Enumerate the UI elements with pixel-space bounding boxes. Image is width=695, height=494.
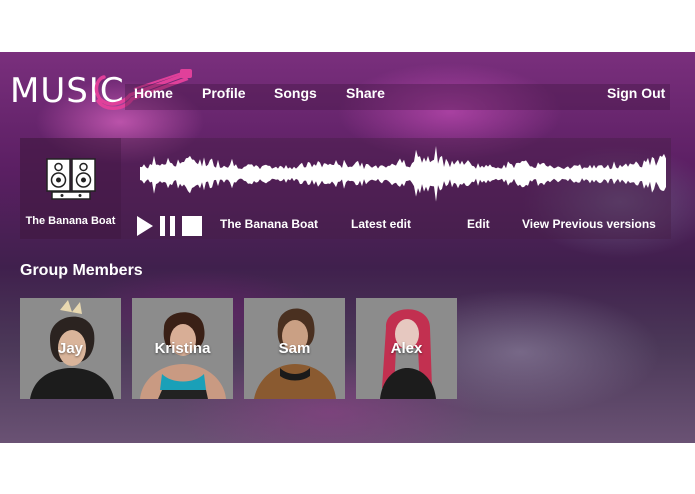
nav-songs[interactable]: Songs (274, 85, 317, 101)
member-card-kristina[interactable]: Kristina (132, 298, 233, 399)
stop-icon[interactable] (182, 216, 202, 236)
member-card-sam[interactable]: Sam (244, 298, 345, 399)
nav-share[interactable]: Share (346, 85, 385, 101)
waveform-shape (140, 146, 666, 202)
view-previous-versions-link[interactable]: View Previous versions (522, 217, 656, 231)
group-members-title: Group Members (20, 262, 143, 279)
member-name: Sam (278, 340, 311, 357)
member-name: Jay (57, 340, 84, 357)
member-name: Alex (390, 340, 423, 357)
member-name: Kristina (154, 340, 211, 357)
waveform[interactable] (140, 144, 666, 204)
play-icon[interactable] (137, 216, 153, 236)
pause-icon[interactable] (160, 216, 176, 236)
album-card[interactable]: The Banana Boat (20, 138, 121, 239)
member-card-jay[interactable]: Jay (20, 298, 121, 399)
music-app: MUSIC Home Profile Songs Share Sign Out … (0, 52, 695, 443)
latest-edit-link[interactable]: Latest edit (351, 217, 411, 231)
track-title: The Banana Boat (220, 217, 319, 231)
edit-link[interactable]: Edit (467, 217, 490, 231)
member-card-alex[interactable]: Alex (356, 298, 457, 399)
sign-out-link[interactable]: Sign Out (607, 85, 665, 101)
speaker-pair-icon (46, 158, 96, 200)
nav-profile[interactable]: Profile (202, 85, 246, 101)
album-title: The Banana Boat (25, 215, 116, 227)
nav-home[interactable]: Home (134, 85, 173, 101)
